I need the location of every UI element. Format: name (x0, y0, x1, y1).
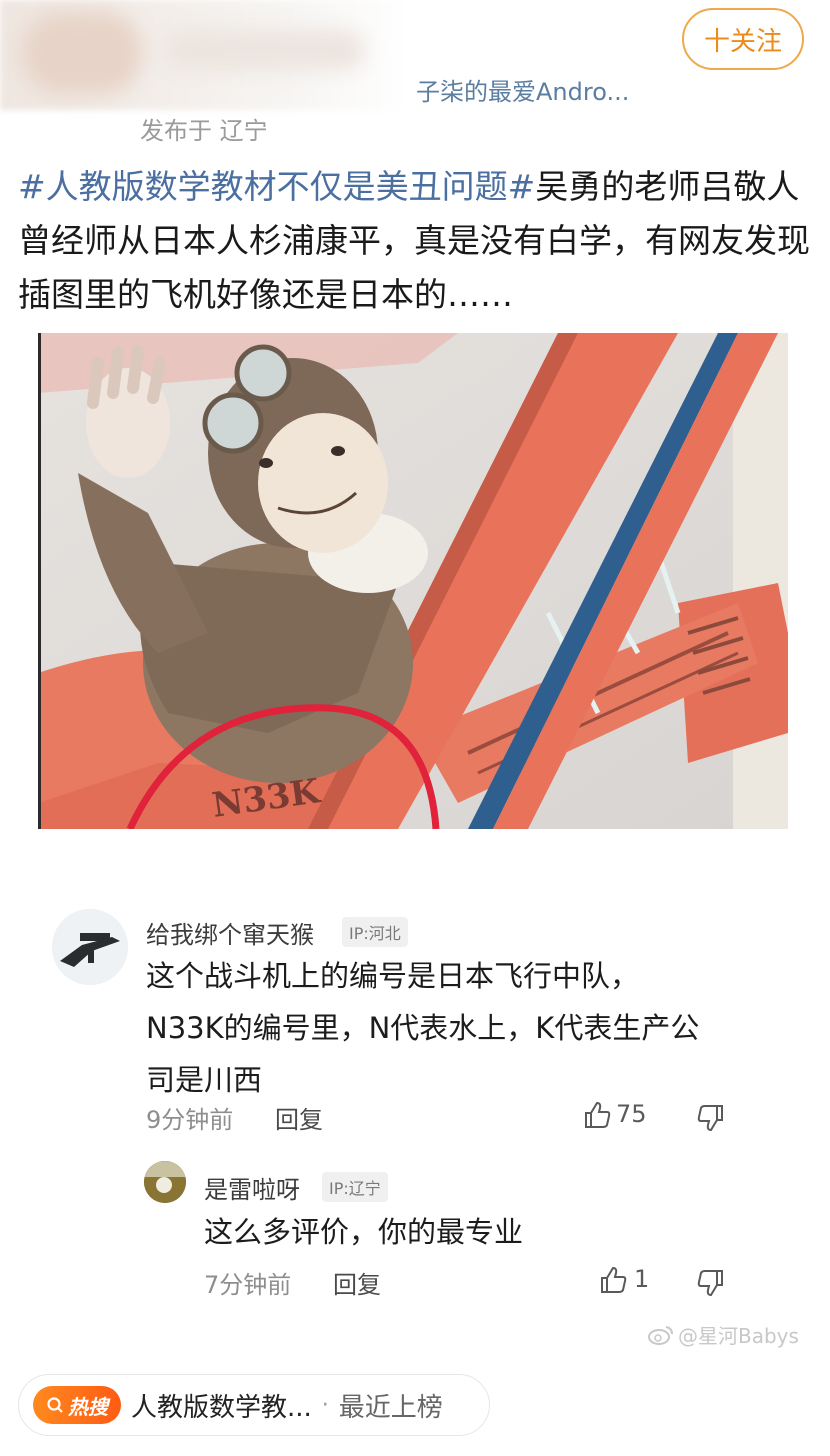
comment-time: 7分钟前 (204, 1271, 292, 1299)
hot-search-bar[interactable]: 热搜 人教版数学教... · 最近上榜 (18, 1374, 490, 1436)
comment-text: 这么多评价，你的最专业 (204, 1206, 523, 1258)
hot-badge-label: 热搜 (68, 1394, 108, 1419)
post-image[interactable]: N33K (38, 333, 788, 829)
like-count: 1 (634, 1265, 650, 1293)
post-body: #人教版数学教材不仅是美丑问题#吴勇的老师吕敬人曾经师从日本人杉浦康平，真是没有… (18, 160, 818, 322)
comment-text: 这个战斗机上的编号是日本飞行中队， N33K的编号里，N代表水上，K代表生产公 … (146, 950, 699, 1106)
hashtag-link[interactable]: #人教版数学教材不仅是美丑问题# (18, 167, 535, 206)
ip-location-badge: IP:河北 (342, 917, 408, 947)
reply-button[interactable]: 回复 (333, 1265, 381, 1300)
search-icon (47, 1397, 63, 1413)
comment-line: 这个战斗机上的编号是日本飞行中队， (146, 959, 640, 993)
weibo-logo-icon (648, 1325, 673, 1345)
comment-line: 这么多评价，你的最专业 (204, 1215, 524, 1249)
comment-time: 9分钟前 (146, 1106, 234, 1134)
comment-username[interactable]: 是雷啦呀 (204, 1170, 300, 1205)
comment-line: 司是川西 (146, 1063, 263, 1097)
watermark-text: @星河Babys (678, 1324, 799, 1348)
ip-location-badge: IP:辽宁 (322, 1172, 388, 1202)
follow-button[interactable]: 十关注 (682, 8, 804, 70)
hot-search-title: 人教版数学教... (131, 1392, 312, 1423)
like-count: 75 (616, 1100, 647, 1128)
hot-search-status: 最近上榜 (338, 1392, 443, 1423)
separator-dot: · (321, 1392, 329, 1418)
reply-button[interactable]: 回复 (275, 1100, 323, 1135)
hot-search-badge: 热搜 (33, 1386, 121, 1424)
published-location: 发布于 辽宁 (140, 117, 268, 145)
image-border (38, 333, 41, 829)
blurred-username (165, 30, 365, 70)
blurred-avatar (22, 12, 142, 94)
thumbs-up-icon[interactable] (598, 1265, 628, 1295)
thumbs-up-icon[interactable] (582, 1100, 612, 1130)
comment-line: N33K的编号里，N代表水上，K代表生产公 (146, 1011, 700, 1045)
comment-username[interactable]: 给我绑个窜天猴 (146, 915, 314, 950)
thumbs-down-icon[interactable] (696, 1103, 726, 1133)
avatar[interactable] (144, 1161, 186, 1203)
post-source: 子柒的最爱Andro... (416, 78, 630, 106)
avatar[interactable] (52, 909, 128, 985)
watermark: @星河Babys (648, 1320, 799, 1349)
thumbs-down-icon[interactable] (696, 1268, 726, 1298)
